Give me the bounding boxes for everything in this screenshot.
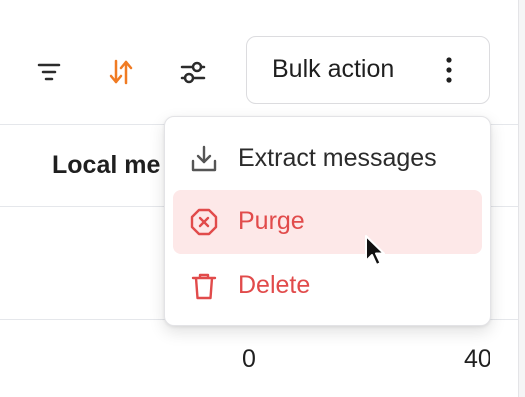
download-icon	[189, 144, 219, 174]
table-cell: 0	[242, 345, 256, 373]
bulk-action-menu: Extract messages Purge Delete	[164, 116, 491, 326]
table-cell: 40	[464, 345, 490, 373]
sliders-icon[interactable]	[173, 52, 213, 92]
menu-item-label: Extract messages	[238, 144, 437, 172]
menu-item-purge[interactable]: Purge	[173, 190, 482, 254]
menu-item-label: Purge	[238, 207, 305, 235]
scroll-edge	[518, 0, 525, 397]
menu-item-delete[interactable]: Delete	[173, 254, 482, 318]
menu-item-label: Delete	[238, 271, 311, 299]
trash-icon	[189, 271, 219, 301]
filter-icon[interactable]	[29, 52, 69, 92]
sort-icon[interactable]	[101, 52, 141, 92]
vertical-ellipsis-icon[interactable]	[437, 55, 461, 85]
bulk-action-button[interactable]: Bulk action	[246, 36, 490, 104]
mouse-pointer-icon	[364, 234, 388, 270]
bulk-action-label: Bulk action	[272, 55, 395, 83]
x-octagon-icon	[189, 207, 219, 237]
column-header-local-messages[interactable]: Local me	[52, 151, 160, 180]
menu-item-extract-messages[interactable]: Extract messages	[173, 127, 482, 191]
